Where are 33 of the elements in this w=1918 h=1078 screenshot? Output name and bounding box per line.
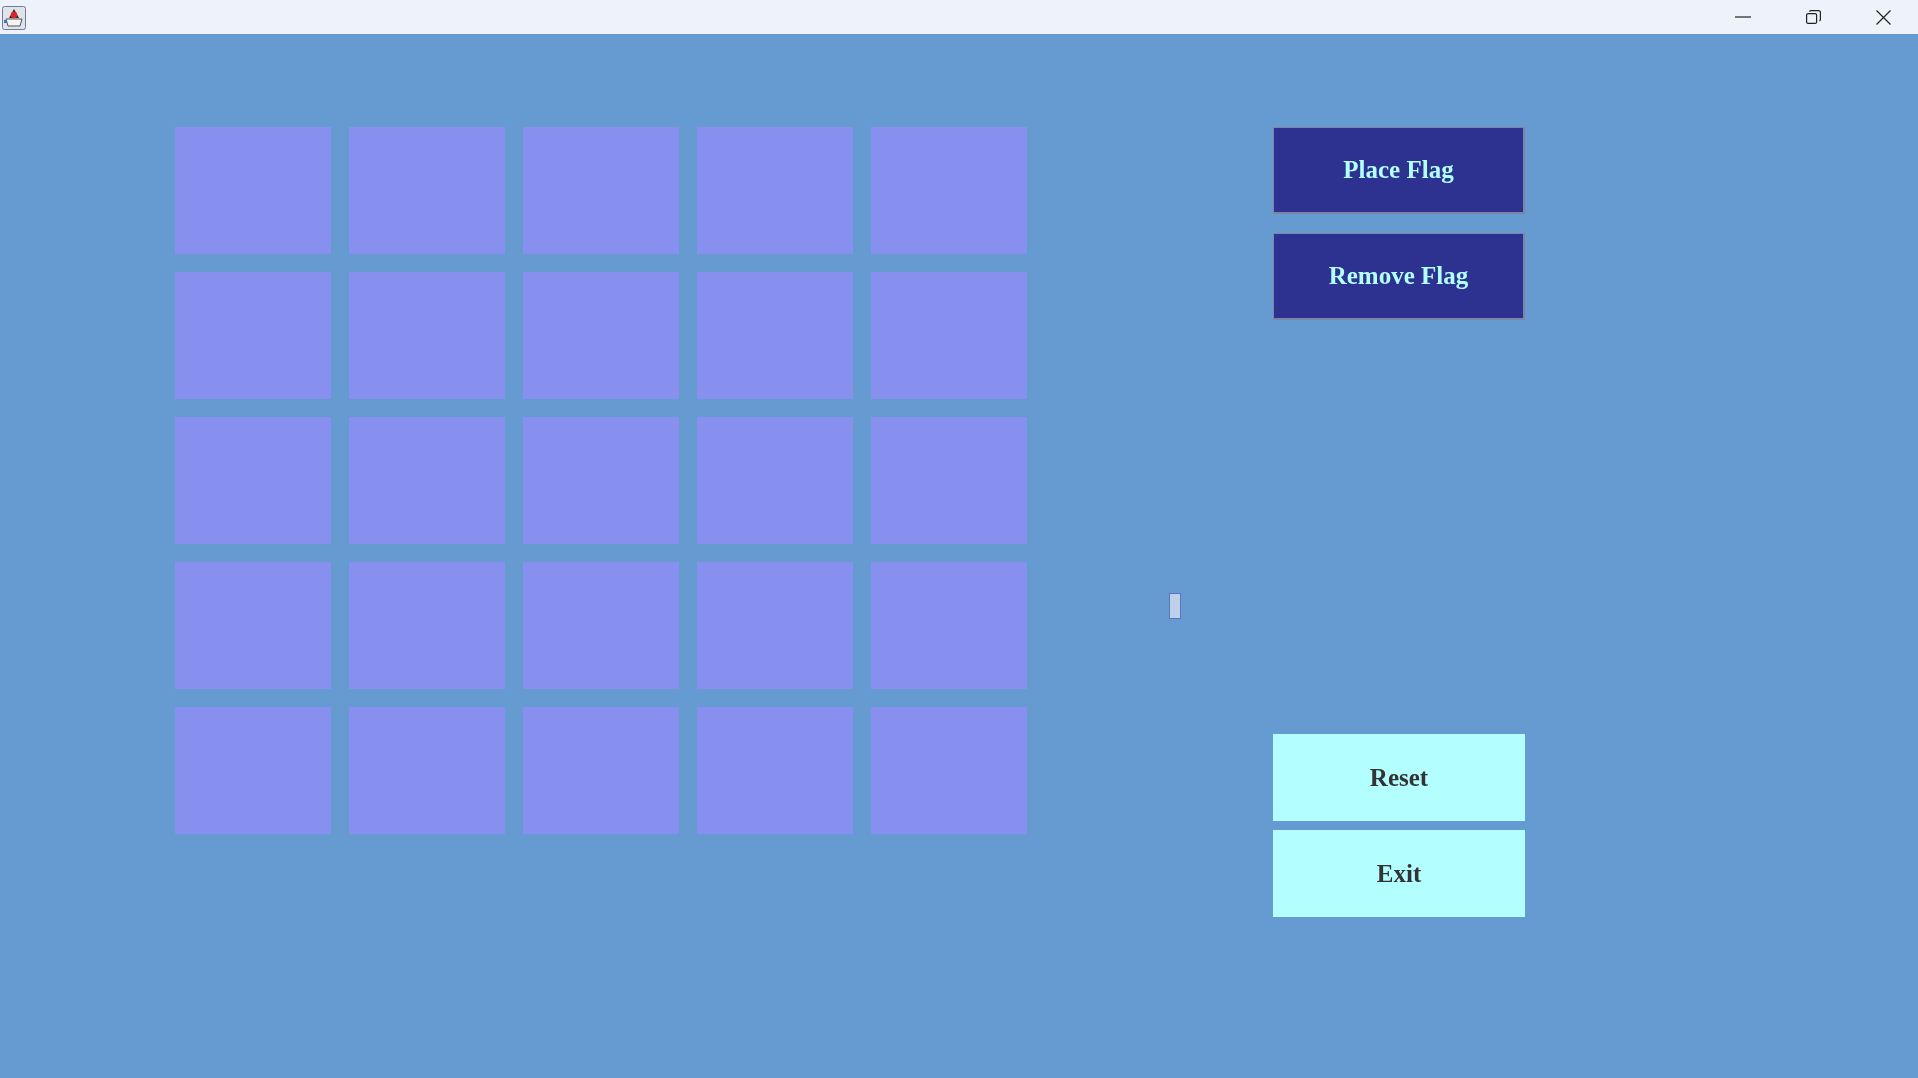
grid-tile[interactable] [697,707,853,834]
grid-tile[interactable] [697,562,853,689]
grid-tile[interactable] [523,272,679,399]
grid-tile[interactable] [523,707,679,834]
grid-tile[interactable] [871,127,1027,254]
restore-icon [1805,10,1821,24]
input-field[interactable] [1169,593,1181,619]
close-icon [1875,9,1891,25]
grid-tile[interactable] [697,127,853,254]
grid-tile[interactable] [871,562,1027,689]
grid-tile[interactable] [175,127,331,254]
grid-tile[interactable] [349,707,505,834]
grid-tile[interactable] [349,272,505,399]
grid-tile[interactable] [349,127,505,254]
grid-tile[interactable] [871,272,1027,399]
grid-tile[interactable] [175,707,331,834]
grid-tile[interactable] [697,272,853,399]
game-button[interactable]: Reset [1273,734,1525,821]
grid-tile[interactable] [871,707,1027,834]
grid-tile[interactable] [349,562,505,689]
grid-tile[interactable] [175,417,331,544]
flag-button[interactable]: Place Flag [1273,127,1525,214]
grid-tile[interactable] [175,272,331,399]
minimize-icon [1735,16,1751,18]
flag-button[interactable]: Remove Flag [1273,233,1525,320]
grid-tile[interactable] [697,417,853,544]
game-button[interactable]: Exit [1273,830,1525,917]
grid-tile[interactable] [871,417,1027,544]
grid-tile[interactable] [523,417,679,544]
grid-tile[interactable] [175,562,331,689]
grid-tile[interactable] [523,562,679,689]
grid-tile[interactable] [349,417,505,544]
grid-tile[interactable] [523,127,679,254]
